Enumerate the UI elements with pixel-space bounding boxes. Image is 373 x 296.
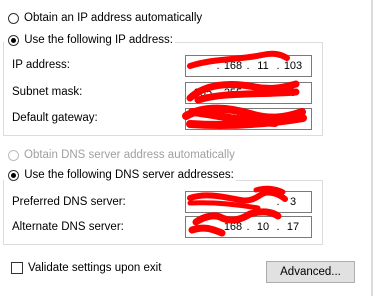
preferred-dns-input[interactable]: . . . 3 — [185, 191, 312, 213]
octet-3: 11 — [257, 60, 269, 72]
advanced-button[interactable]: Advanced... — [266, 261, 355, 283]
preferred-dns-label: Preferred DNS server: — [12, 196, 126, 208]
octet-dot: . — [216, 221, 220, 233]
octet-dot: . — [216, 60, 220, 72]
default-gateway-label: Default gateway: — [12, 112, 98, 124]
octet-4: 3 — [289, 196, 297, 208]
ip-group-legend: Use the following IP address: — [4, 34, 175, 47]
octet-dot: . — [276, 221, 280, 233]
octet-2: 255 — [223, 87, 243, 99]
octet-dot: . — [216, 87, 220, 99]
subnet-mask-input[interactable]: 255 . 255 . . 0 — [185, 82, 312, 104]
validate-settings-label[interactable]: Validate settings upon exit — [28, 261, 161, 275]
octet-3: 10 — [256, 221, 270, 233]
octet-dot: . — [276, 87, 280, 99]
use-following-ip-label[interactable]: Use the following IP address: — [24, 34, 173, 46]
subnet-mask-label: Subnet mask: — [12, 86, 83, 98]
obtain-ip-auto-radio[interactable] — [8, 13, 19, 24]
octet-4: 17 — [286, 221, 300, 233]
octet-2: 168 — [223, 113, 243, 125]
use-following-dns-label[interactable]: Use the following DNS server addresses: — [24, 169, 234, 181]
octet-dot: . — [276, 60, 280, 72]
octet-dot: . — [246, 221, 250, 233]
octet-dot: . — [246, 87, 250, 99]
use-following-ip-radio[interactable] — [8, 34, 19, 46]
ip-address-label: IP address: — [12, 59, 70, 71]
octet-dot: . — [216, 196, 220, 208]
obtain-dns-auto-label[interactable]: Obtain DNS server address automatically — [24, 148, 235, 162]
obtain-dns-auto-radio[interactable] — [8, 150, 19, 161]
default-gateway-input[interactable]: . 168 . . — [185, 108, 312, 130]
validate-settings-checkbox[interactable] — [11, 262, 23, 274]
alternate-dns-input[interactable]: . 168 . 10 . 17 — [185, 216, 312, 238]
alternate-dns-label: Alternate DNS server: — [12, 221, 124, 233]
octet-4: 0 — [289, 87, 297, 99]
octet-dot: . — [216, 113, 220, 125]
octet-2: 168 — [223, 221, 243, 233]
octet-dot: . — [246, 113, 250, 125]
ip-address-input[interactable]: . 168 . 11 . 103 — [185, 55, 312, 77]
octet-dot: . — [276, 196, 280, 208]
obtain-ip-auto-label[interactable]: Obtain an IP address automatically — [24, 11, 202, 25]
octet-4: 103 — [283, 60, 303, 72]
octet-2: 168 — [223, 60, 243, 72]
octet-dot: . — [246, 196, 250, 208]
octet-1: 255 — [193, 87, 213, 99]
use-following-dns-radio[interactable] — [8, 169, 19, 181]
octet-dot: . — [246, 60, 250, 72]
octet-dot: . — [276, 113, 280, 125]
dns-group-legend: Use the following DNS server addresses: — [4, 169, 236, 182]
